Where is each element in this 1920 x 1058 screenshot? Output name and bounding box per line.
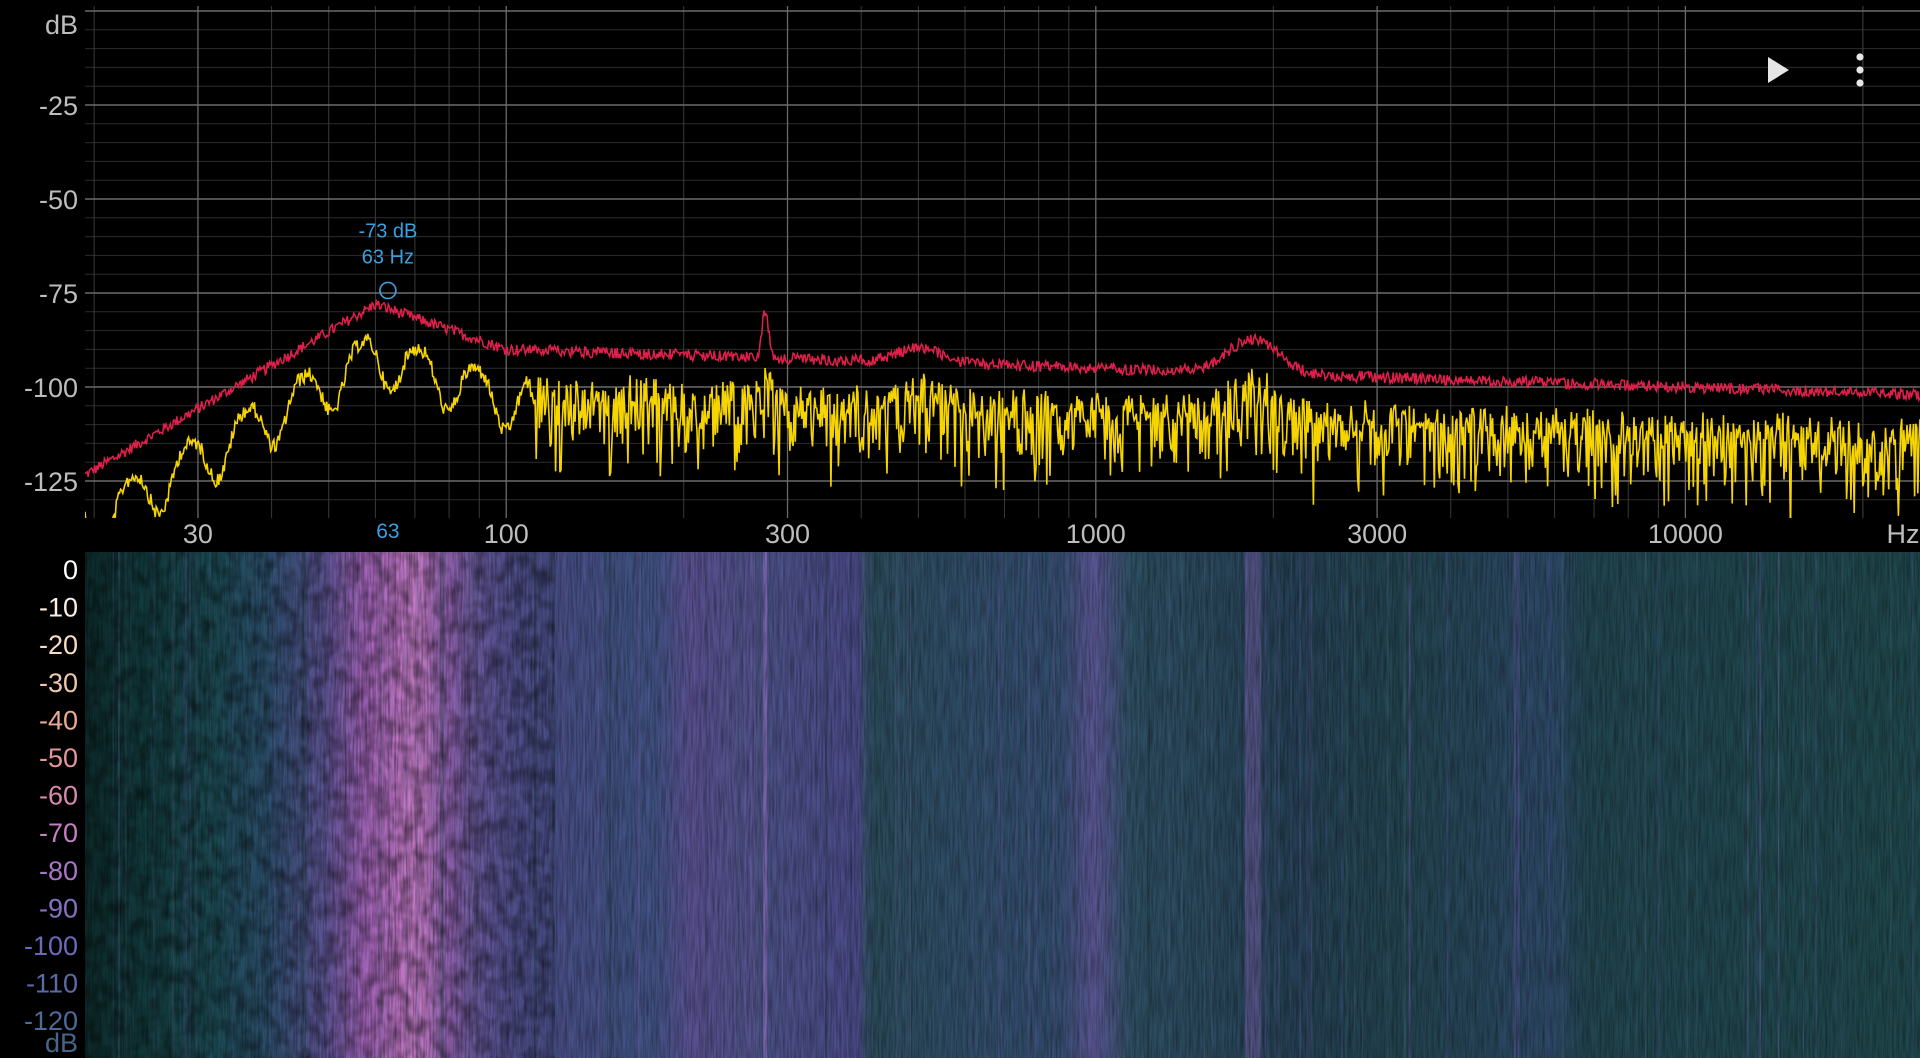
x-tick-label: 100 [484, 519, 529, 549]
x-tick-label: 10000 [1648, 519, 1723, 549]
audio-spectrum-analyzer: -73 dB 63 Hz dB -25 -50 -75 -100 -125 30 100 300 1… [0, 0, 1920, 1058]
more-vert-icon [1856, 53, 1864, 87]
y-tick-label: -75 [39, 279, 78, 309]
y-tick-label: -50 [39, 185, 78, 215]
spectrogram-scale-label: -20 [39, 630, 78, 660]
x-tick-label: 1000 [1066, 519, 1126, 549]
x-tick-label: 30 [183, 519, 213, 549]
peak-hz-label: 63 Hz [362, 246, 414, 268]
spectrogram-scale-unit: dB [45, 1028, 78, 1058]
spectrogram-scale-label: -50 [39, 743, 78, 773]
x-tick-label: 300 [765, 519, 810, 549]
y-tick-label: -125 [24, 467, 78, 497]
play-button[interactable] [1758, 51, 1796, 89]
spectrogram-scale-label: -60 [39, 781, 78, 811]
spectrogram-scale-label: -10 [39, 593, 78, 623]
y-tick-label: -25 [39, 91, 78, 121]
spectrogram-scale-label: -100 [24, 931, 78, 961]
y-axis-unit: dB [45, 10, 78, 40]
overflow-menu-button[interactable] [1841, 50, 1879, 90]
spectrogram: 0-10-20-30-40-50-60-70-80-90-100-110-120… [0, 552, 1920, 1058]
spectrogram-scale-label: -30 [39, 668, 78, 698]
spectrogram-scale-label: -40 [39, 705, 78, 735]
spectrogram-scale-label: 0 [63, 555, 78, 585]
spectrogram-scale-label: -110 [26, 969, 78, 999]
spectrogram-scale-label: -90 [39, 893, 78, 923]
x-tick-label: 3000 [1347, 519, 1407, 549]
y-tick-label: -100 [24, 373, 78, 403]
peak-frequency-axis-label: 63 [376, 520, 399, 543]
play-icon [1768, 57, 1789, 83]
peak-marker-circle [379, 281, 397, 300]
spectrum-chart[interactable]: -73 dB 63 Hz dB -25 -50 -75 -100 -125 30 100 300 1… [0, 0, 1920, 552]
spectrogram-scale-label: -70 [39, 818, 78, 848]
peak-db-label: -73 dB [358, 220, 417, 242]
spectrogram-scale-label: -80 [39, 856, 78, 886]
x-axis-unit: Hz [1887, 519, 1920, 549]
